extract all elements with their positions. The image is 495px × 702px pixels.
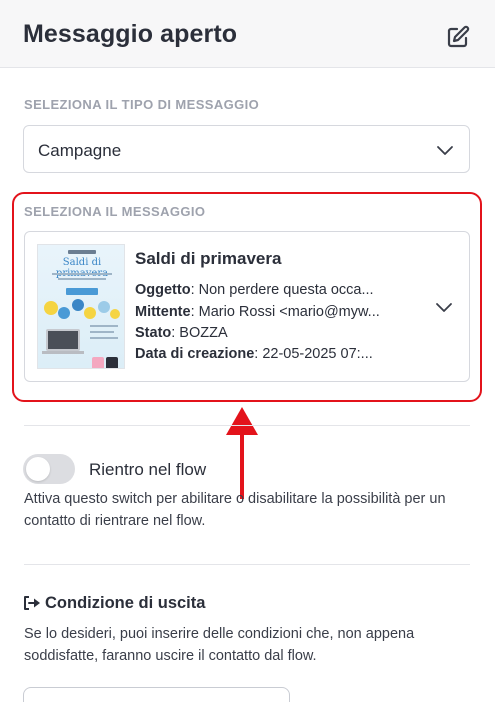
message-status: Stato: BOZZA: [135, 325, 228, 341]
panel-header: Messaggio aperto: [0, 0, 495, 68]
thumbnail-phone: [92, 357, 104, 368]
thumbnail-flower: [110, 309, 120, 319]
message-select-card[interactable]: Saldi di primavera Saldi di primavera Og…: [24, 231, 470, 382]
thumbnail-flower: [58, 307, 70, 319]
reentry-label: Rientro nel flow: [89, 460, 207, 479]
chevron-down-icon[interactable]: [435, 301, 453, 313]
exit-icon: [24, 596, 40, 610]
message-type-value: Campagne: [38, 141, 122, 160]
thumbnail-text-line: [90, 325, 118, 327]
thumbnail-button: [66, 288, 98, 295]
divider: [24, 564, 470, 565]
thumbnail-text-line: [90, 331, 114, 333]
reentry-description: Attiva questo switch per abilitare o dis…: [24, 491, 446, 529]
sender-value: : Mario Rossi <mario@myw...: [190, 304, 380, 320]
created-value: : 22-05-2025 07:...: [254, 346, 373, 362]
status-label: Stato: [135, 325, 172, 341]
message-sender: Mittente: Mario Rossi <mario@myw...: [135, 304, 380, 320]
created-label: Data di creazione: [135, 346, 255, 362]
message-type-select[interactable]: Campagne: [23, 125, 470, 173]
thumbnail-title: Saldi di primavera: [56, 257, 108, 279]
message-created-date: Data di creazione: 22-05-2025 07:...: [135, 346, 373, 362]
subject-label: Oggetto: [135, 282, 191, 298]
edit-icon[interactable]: [446, 25, 470, 49]
reentry-toggle[interactable]: [23, 454, 75, 484]
chevron-down-icon: [437, 146, 453, 155]
sender-label: Mittente: [135, 304, 191, 320]
message-type-label: SELEZIONA IL TIPO DI MESSAGGIO: [24, 97, 260, 112]
message-thumbnail: Saldi di primavera: [37, 244, 125, 369]
thumbnail-flower: [72, 299, 84, 311]
thumbnail-laptop: [46, 329, 80, 351]
thumbnail-flower: [98, 301, 110, 313]
message-label: SELEZIONA IL MESSAGGIO: [24, 204, 206, 219]
thumbnail-flower: [44, 301, 58, 315]
message-subject: Oggetto: Non perdere questa occa...: [135, 282, 374, 298]
thumbnail-logo: [68, 250, 96, 254]
arrow-up-icon: [226, 407, 258, 499]
page-title: Messaggio aperto: [23, 20, 238, 48]
message-title: Saldi di primavera: [135, 249, 282, 268]
subject-value: : Non perdere questa occa...: [190, 282, 374, 298]
thumbnail-phone: [106, 357, 118, 368]
exit-condition-title: Condizione di uscita: [45, 594, 206, 612]
exit-condition-description: Se lo desideri, puoi inserire delle cond…: [24, 626, 415, 664]
thumbnail-text-line: [58, 278, 106, 280]
add-condition-button[interactable]: [23, 687, 290, 702]
thumbnail-flower: [84, 307, 96, 319]
status-value: : BOZZA: [171, 325, 228, 341]
divider: [24, 425, 470, 426]
thumbnail-text-line: [52, 273, 112, 275]
toggle-knob: [26, 457, 50, 481]
thumbnail-text-line: [90, 337, 118, 339]
thumbnail-laptop-base: [42, 351, 84, 354]
